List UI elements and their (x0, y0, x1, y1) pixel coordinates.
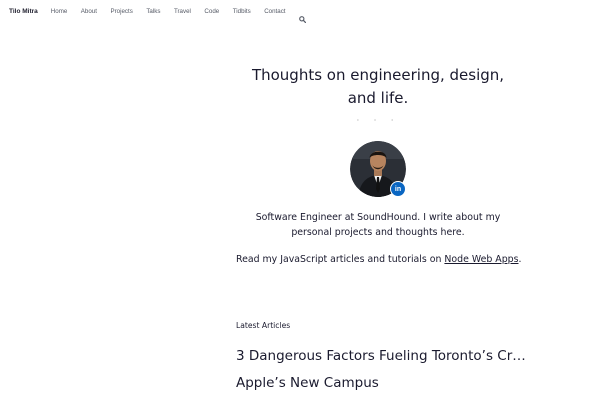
nav-link-contact[interactable]: Contact (264, 8, 285, 15)
top-navigation: Tilo Mitra Home About Projects Talks Tra… (0, 0, 600, 23)
node-web-apps-link[interactable]: Node Web Apps (444, 254, 518, 265)
nav-link-travel[interactable]: Travel (174, 8, 191, 15)
read-suffix-text: . (518, 254, 522, 265)
site-tagline: Thoughts on engineering, design, and lif… (251, 66, 505, 107)
article-link[interactable]: Apple’s New Campus (236, 374, 526, 392)
read-articles-line: Read my JavaScript articles and tutorial… (236, 252, 522, 267)
latest-articles-heading: Latest Articles (236, 321, 291, 330)
profile-avatar-container: in (350, 141, 406, 197)
nav-link-tidbits[interactable]: Tidbits (233, 8, 251, 15)
nav-link-code[interactable]: Code (204, 8, 219, 15)
article-link[interactable]: 3 Dangerous Factors Fueling Toronto’s Cr… (236, 347, 526, 365)
section-divider-dots: · · · (356, 116, 400, 125)
profile-bio: Software Engineer at SoundHound. I write… (255, 212, 501, 238)
site-brand[interactable]: Tilo Mitra (9, 8, 38, 15)
nav-link-talks[interactable]: Talks (146, 8, 160, 15)
search-icon[interactable] (299, 8, 307, 23)
nav-link-about[interactable]: About (81, 8, 97, 15)
nav-links: Home About Projects Talks Travel Code Ti… (51, 8, 307, 23)
nav-link-projects[interactable]: Projects (110, 8, 132, 15)
linkedin-icon[interactable]: in (390, 181, 406, 197)
nav-link-home[interactable]: Home (51, 8, 68, 15)
read-prefix-text: Read my JavaScript articles and tutorial… (236, 254, 445, 265)
